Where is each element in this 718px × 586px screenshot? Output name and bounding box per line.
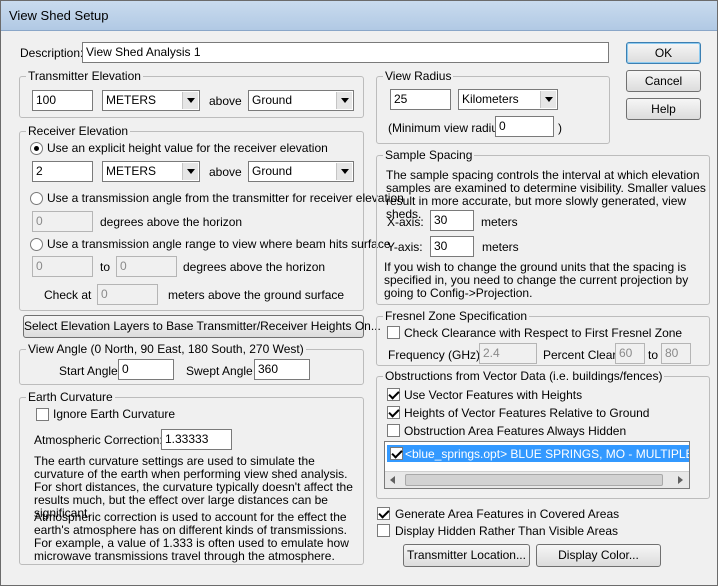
percent-clear-to-input[interactable]: 80 [661, 343, 691, 364]
fresnel-zone-title: Fresnel Zone Specification [383, 309, 530, 323]
display-hidden-checkbox[interactable] [377, 524, 390, 537]
obstructions-title: Obstructions from Vector Data (i.e. buil… [383, 369, 665, 383]
percent-clear-from-input[interactable]: 60 [615, 343, 645, 364]
swept-angle-input[interactable]: 360 [254, 359, 310, 380]
receiver-units-value: METERS [106, 164, 157, 178]
description-label: Description: [20, 46, 84, 60]
description-input[interactable]: View Shed Analysis 1 [82, 42, 609, 63]
receiver-elevation-title: Receiver Elevation [26, 124, 131, 138]
ignore-earth-curvature-label: Ignore Earth Curvature [53, 407, 176, 421]
receiver-angle-input[interactable]: 0 [32, 211, 93, 232]
receiver-above-label: above [209, 165, 242, 179]
receiver-check-input[interactable]: 0 [97, 284, 158, 305]
transmitter-units-select[interactable]: METERS [102, 90, 200, 111]
receiver-range-radio[interactable] [30, 238, 43, 251]
min-view-radius-label: (Minimum view radius: [388, 121, 508, 135]
earth-curvature-title: Earth Curvature [26, 390, 115, 404]
percent-clear-to-label: to [648, 348, 659, 362]
view-radius-units-value: Kilometers [462, 92, 519, 106]
layer-label: <blue_springs.opt> BLUE SPRINGS, MO - MU… [405, 447, 689, 461]
horizontal-scrollbar[interactable] [385, 471, 689, 488]
transmitter-reference-value: Ground [252, 93, 293, 107]
ignore-earth-curvature-checkbox[interactable] [36, 408, 49, 421]
atmospheric-correction-label: Atmospheric Correction: [34, 433, 163, 447]
receiver-reference-value: Ground [252, 164, 293, 178]
receiver-angle-label: Use a transmission angle from the transm… [47, 191, 404, 205]
fresnel-clearance-label: Check Clearance with Respect to First Fr… [404, 326, 683, 340]
view-angle-title: View Angle (0 North, 90 East, 180 South,… [26, 342, 306, 356]
generate-area-label: Generate Area Features in Covered Areas [395, 507, 620, 521]
view-radius-input[interactable]: 25 [390, 89, 451, 110]
chevron-down-icon [336, 92, 352, 109]
window-title: View Shed Setup [9, 8, 109, 23]
cancel-button[interactable]: Cancel [626, 70, 701, 92]
atmospheric-correction-input[interactable]: 1.33333 [161, 429, 232, 450]
receiver-explicit-label: Use an explicit height value for the rec… [47, 141, 328, 155]
atmospheric-correction-description: Atmospheric correction is used to accoun… [34, 510, 349, 563]
transmitter-units-value: METERS [106, 93, 157, 107]
chevron-down-icon [540, 91, 556, 108]
view-shed-setup-window: View Shed Setup Description: View Shed A… [0, 0, 718, 586]
transmitter-location-button[interactable]: Transmitter Location... [403, 544, 530, 567]
frequency-input[interactable]: 2.4 [479, 343, 537, 364]
transmitter-reference-select[interactable]: Ground [248, 90, 354, 111]
receiver-range-from-input[interactable]: 0 [32, 256, 93, 277]
receiver-range-to-label: to [100, 260, 111, 274]
scroll-thumb[interactable] [405, 474, 663, 486]
relative-heights-checkbox[interactable] [387, 406, 400, 419]
receiver-check-suffix: meters above the ground surface [168, 288, 345, 302]
view-radius-title: View Radius [383, 69, 454, 83]
y-axis-label: Y-axis: [387, 240, 423, 254]
view-radius-units-select[interactable]: Kilometers [458, 89, 558, 110]
min-view-radius-close: ) [558, 121, 562, 135]
ok-button[interactable]: OK [626, 42, 701, 64]
generate-area-checkbox[interactable] [377, 507, 390, 520]
start-angle-label: Start Angle [59, 364, 118, 378]
vector-layer-list[interactable]: <blue_springs.opt> BLUE SPRINGS, MO - MU… [384, 441, 690, 489]
swept-angle-label: Swept Angle [186, 364, 253, 378]
always-hidden-checkbox[interactable] [387, 424, 400, 437]
title-bar: View Shed Setup [1, 1, 717, 31]
chevron-down-icon [182, 163, 198, 180]
scroll-left-icon[interactable] [385, 472, 402, 488]
receiver-range-to-input[interactable]: 0 [116, 256, 177, 277]
frequency-label: Frequency (GHz): [388, 348, 484, 362]
y-axis-units: meters [482, 240, 519, 254]
transmitter-height-input[interactable]: 100 [32, 90, 93, 111]
sample-spacing-projection-note: If you wish to change the ground units t… [384, 260, 689, 300]
layer-checkbox[interactable] [390, 447, 403, 460]
relative-heights-label: Heights of Vector Features Relative to G… [404, 406, 650, 420]
receiver-explicit-radio[interactable] [30, 142, 43, 155]
chevron-down-icon [182, 92, 198, 109]
receiver-range-suffix: degrees above the horizon [183, 260, 326, 274]
y-axis-input[interactable]: 30 [430, 236, 474, 257]
fresnel-clearance-checkbox[interactable] [387, 326, 400, 339]
transmitter-above-label: above [209, 94, 242, 108]
x-axis-label: X-axis: [387, 215, 424, 229]
help-button[interactable]: Help [626, 98, 701, 120]
use-vector-features-checkbox[interactable] [387, 388, 400, 401]
x-axis-units: meters [481, 215, 518, 229]
list-item[interactable]: <blue_springs.opt> BLUE SPRINGS, MO - MU… [387, 445, 689, 462]
receiver-angle-radio[interactable] [30, 192, 43, 205]
percent-clear-label: Percent Clear: [543, 348, 620, 362]
always-hidden-label: Obstruction Area Features Always Hidden [404, 424, 627, 438]
x-axis-input[interactable]: 30 [430, 210, 474, 231]
select-elevation-layers-button[interactable]: Select Elevation Layers to Base Transmit… [23, 315, 381, 338]
receiver-angle-suffix: degrees above the horizon [100, 215, 243, 229]
display-hidden-label: Display Hidden Rather Than Visible Areas [395, 524, 619, 538]
receiver-reference-select[interactable]: Ground [248, 161, 354, 182]
chevron-down-icon [336, 163, 352, 180]
receiver-height-input[interactable]: 2 [32, 161, 93, 182]
receiver-check-label: Check at [44, 288, 92, 302]
display-color-button[interactable]: Display Color... [536, 544, 661, 567]
start-angle-input[interactable]: 0 [118, 359, 174, 380]
receiver-range-label: Use a transmission angle range to view w… [47, 237, 391, 251]
receiver-units-select[interactable]: METERS [102, 161, 200, 182]
scroll-right-icon[interactable] [672, 472, 689, 488]
use-vector-features-label: Use Vector Features with Heights [404, 388, 583, 402]
transmitter-elevation-title: Transmitter Elevation [26, 69, 143, 83]
sample-spacing-title: Sample Spacing [383, 148, 475, 162]
min-view-radius-input[interactable]: 0 [495, 116, 554, 137]
